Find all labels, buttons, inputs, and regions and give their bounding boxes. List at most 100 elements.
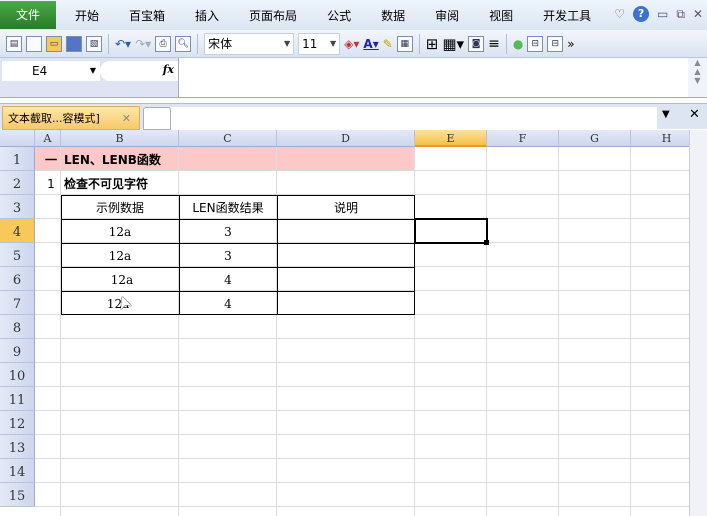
save-as-icon[interactable]: ▧ <box>86 35 102 52</box>
cell-C7[interactable]: 4 <box>179 292 277 316</box>
active-cell-E4[interactable] <box>414 218 488 244</box>
cell-B4[interactable]: 12a <box>61 220 179 244</box>
new-tab-button[interactable] <box>143 107 171 130</box>
redo-icon[interactable]: ↷▾ <box>135 37 151 51</box>
select-all-corner[interactable] <box>0 130 35 147</box>
restore-icon[interactable]: ⧉ <box>676 7 685 22</box>
column-header-H[interactable]: H <box>631 130 689 147</box>
row-header-10[interactable]: 10 <box>0 363 35 387</box>
format-painter-icon[interactable]: ✎ <box>383 37 393 51</box>
borders-icon[interactable]: ⊞ <box>426 35 439 53</box>
row-header-6[interactable]: 6 <box>0 267 35 291</box>
row-header-12[interactable]: 12 <box>0 411 35 435</box>
menu-item[interactable]: 开始 <box>60 7 114 24</box>
row-header-8[interactable]: 8 <box>0 315 35 339</box>
close-icon[interactable]: ✕ <box>693 7 703 21</box>
undo-icon[interactable]: ↶▾ <box>115 37 131 51</box>
gridline <box>35 458 689 459</box>
column-header-C[interactable]: C <box>179 130 277 147</box>
heart-icon[interactable]: ♡ <box>614 7 625 21</box>
help-icon[interactable]: ? <box>633 6 650 22</box>
row-header-5[interactable]: 5 <box>0 243 35 267</box>
column-header-E[interactable]: E <box>415 130 487 147</box>
row-header-1[interactable]: 1 <box>0 147 35 171</box>
vertical-scrollbar[interactable] <box>689 130 707 516</box>
chevron-down-icon: ▼ <box>284 38 291 48</box>
column-header-F[interactable]: F <box>487 130 559 147</box>
menu-item[interactable]: 数据 <box>366 7 420 24</box>
row-header-2[interactable]: 2 <box>0 171 35 195</box>
column-header-A[interactable]: A <box>35 130 61 147</box>
cell-B1[interactable]: LEN、LENB函数 <box>64 148 364 172</box>
menu-item[interactable]: 开发工具 <box>528 7 606 24</box>
cell-B5[interactable]: 12a <box>61 244 179 268</box>
cell-C5[interactable]: 3 <box>179 244 277 268</box>
font-color-icon[interactable]: A▾ <box>363 37 378 51</box>
minimize-icon[interactable]: ▭ <box>657 7 668 21</box>
menu-item[interactable]: 页面布局 <box>234 7 312 24</box>
merge-icon[interactable]: ⊟ <box>527 35 544 52</box>
save-icon[interactable] <box>66 35 82 52</box>
gridline <box>35 386 689 387</box>
more-icon[interactable]: » <box>567 37 574 51</box>
new-icon[interactable]: ▤ <box>6 35 22 52</box>
spreadsheet-grid[interactable]: A B C D E F G H 1 2 3 4 5 6 7 8 9 10 11 12 13 14 15 一 LEN、LENB函数… <box>0 130 689 516</box>
close-workbook-icon[interactable]: ✕ <box>689 107 700 122</box>
row-header-4[interactable]: 4 <box>0 219 35 243</box>
menu-item[interactable]: 文件 <box>0 1 56 29</box>
tab-list-dropdown-icon[interactable]: ▼ <box>662 109 670 120</box>
cell-A1[interactable]: 一 <box>38 148 64 172</box>
menu-item[interactable]: 审阅 <box>420 7 474 24</box>
row-header-9[interactable]: 9 <box>0 339 35 363</box>
column-header-G[interactable]: G <box>559 130 631 147</box>
fill-color-icon[interactable]: ◈▾ <box>344 37 359 51</box>
workbook-tabs: 文本截取...容模式] ✕ ▼ ✕ <box>0 103 707 130</box>
bulb-icon[interactable]: ● <box>513 37 523 51</box>
row-header-13[interactable]: 13 <box>0 435 35 459</box>
tab-workbook[interactable]: 文本截取...容模式] ✕ <box>2 106 140 130</box>
column-header-B[interactable]: B <box>61 130 179 147</box>
blank-doc-icon[interactable] <box>26 35 42 52</box>
cell-C6[interactable]: 4 <box>179 268 277 292</box>
cell-B6[interactable]: 12a <box>61 268 179 292</box>
menu-item[interactable]: 视图 <box>474 7 528 24</box>
print-icon[interactable]: ⎙ <box>155 35 172 52</box>
column-header-D[interactable]: D <box>277 130 415 147</box>
camera-icon[interactable]: ◙ <box>468 35 485 52</box>
open-icon[interactable]: ▭ <box>46 35 62 52</box>
row-header-7[interactable]: 7 <box>0 291 35 315</box>
separator <box>505 33 507 54</box>
close-icon[interactable]: ✕ <box>122 107 131 131</box>
row-header-15[interactable]: 15 <box>0 483 35 507</box>
name-box[interactable]: E4 ▼ <box>2 61 100 81</box>
print-preview-icon[interactable]: 🔍︎ <box>175 35 192 52</box>
table-icon[interactable]: ▦▾ <box>442 35 464 53</box>
row-header-14[interactable]: 14 <box>0 459 35 483</box>
menu-item[interactable]: 公式 <box>312 7 366 24</box>
row-header-11[interactable]: 11 <box>0 387 35 411</box>
formula-input[interactable] <box>178 58 688 97</box>
row-header-3[interactable]: 3 <box>0 195 35 219</box>
cell-A2[interactable]: 1 <box>38 172 64 196</box>
fill-handle[interactable] <box>484 240 489 245</box>
cell-C4[interactable]: 3 <box>179 220 277 244</box>
tab-label: 文本截取...容模式] <box>8 112 100 125</box>
menu-item[interactable]: 百宝箱 <box>114 7 180 24</box>
cell-B2[interactable]: 检查不可见字符 <box>64 172 364 196</box>
font-select[interactable]: 宋体 ▼ <box>204 32 295 55</box>
formula-scroll-icon[interactable]: ▲ ▲ ▼ <box>688 58 707 97</box>
cell-C3[interactable]: LEN函数结果 <box>179 196 277 220</box>
split-icon[interactable]: ⊟ <box>547 35 564 52</box>
align-icon[interactable]: ≡ <box>488 36 500 52</box>
gridline <box>35 482 689 483</box>
fx-icon[interactable]: fx <box>163 63 174 76</box>
font-size-select[interactable]: 11 ▼ <box>298 32 341 55</box>
name-box-value: E4 <box>32 64 48 78</box>
gridline <box>486 147 487 516</box>
gridline <box>630 147 631 516</box>
cell-D3[interactable]: 说明 <box>277 196 415 220</box>
cell-B3[interactable]: 示例数据 <box>61 196 179 220</box>
gridline <box>35 506 689 507</box>
conditional-format-icon[interactable]: ▦ <box>396 35 413 52</box>
menu-item[interactable]: 插入 <box>180 7 234 24</box>
